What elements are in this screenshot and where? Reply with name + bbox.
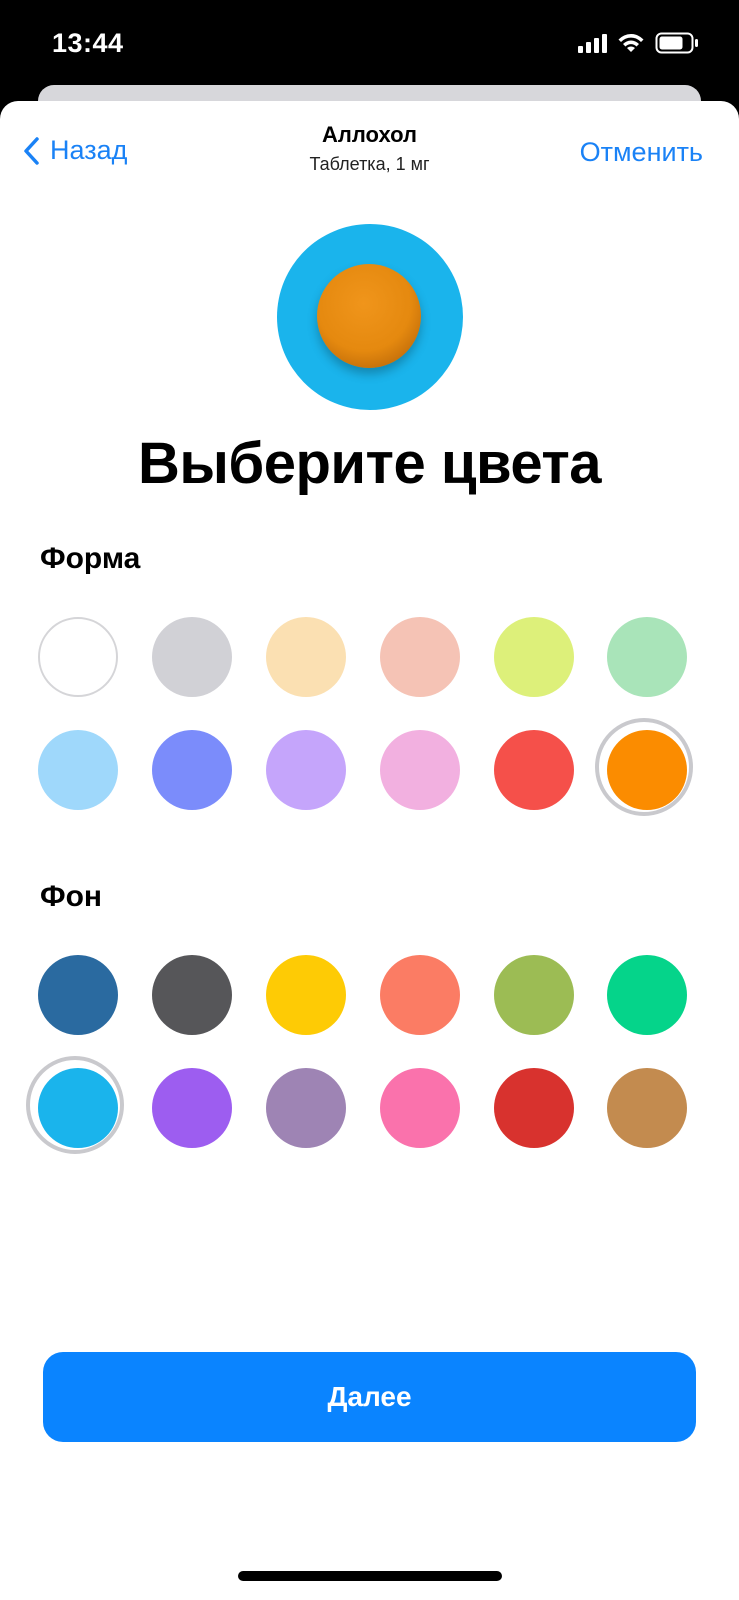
background-color-swatch-5[interactable] (494, 955, 574, 1035)
shape-section-title: Форма (40, 542, 141, 575)
pill-preview-icon (317, 264, 421, 368)
shape-color-grid (0, 617, 739, 817)
shape-color-swatch-7[interactable] (38, 730, 118, 810)
shape-color-swatch-10[interactable] (380, 730, 460, 810)
background-color-swatch-7[interactable] (26, 1056, 124, 1154)
next-button[interactable]: Далее (43, 1352, 696, 1442)
shape-color-swatch-8[interactable] (152, 730, 232, 810)
battery-icon (655, 32, 699, 54)
page-title: Выберите цвета (137, 431, 602, 496)
status-bar: 13:44 (0, 0, 739, 90)
background-color-swatch-3[interactable] (266, 955, 346, 1035)
wifi-icon (617, 32, 645, 54)
status-icons (578, 32, 699, 54)
background-color-swatch-1[interactable] (38, 955, 118, 1035)
background-color-swatch-2[interactable] (152, 955, 232, 1035)
shape-color-swatch-12[interactable] (595, 718, 693, 816)
background-color-swatch-4[interactable] (380, 955, 460, 1035)
shape-color-swatch-11[interactable] (494, 730, 574, 810)
home-indicator (238, 1571, 502, 1581)
cancel-button[interactable]: Отменить (580, 137, 703, 168)
background-color-swatch-10[interactable] (380, 1068, 460, 1148)
shape-color-swatch-1[interactable] (38, 617, 118, 697)
pill-preview-background (277, 224, 463, 410)
background-color-swatch-12[interactable] (607, 1068, 687, 1148)
shape-color-swatch-9[interactable] (266, 730, 346, 810)
background-section-title: Фон (40, 880, 103, 913)
status-time: 13:44 (52, 28, 124, 58)
background-color-swatch-9[interactable] (266, 1068, 346, 1148)
shape-color-swatch-4[interactable] (380, 617, 460, 697)
shape-color-swatch-2[interactable] (152, 617, 232, 697)
shape-color-swatch-3[interactable] (266, 617, 346, 697)
background-color-swatch-6[interactable] (607, 955, 687, 1035)
cellular-signal-icon (578, 33, 607, 53)
background-color-swatch-8[interactable] (152, 1068, 232, 1148)
background-color-swatch-11[interactable] (494, 1068, 574, 1148)
shape-color-swatch-6[interactable] (607, 617, 687, 697)
shape-color-swatch-5[interactable] (494, 617, 574, 697)
background-color-grid (0, 955, 739, 1155)
